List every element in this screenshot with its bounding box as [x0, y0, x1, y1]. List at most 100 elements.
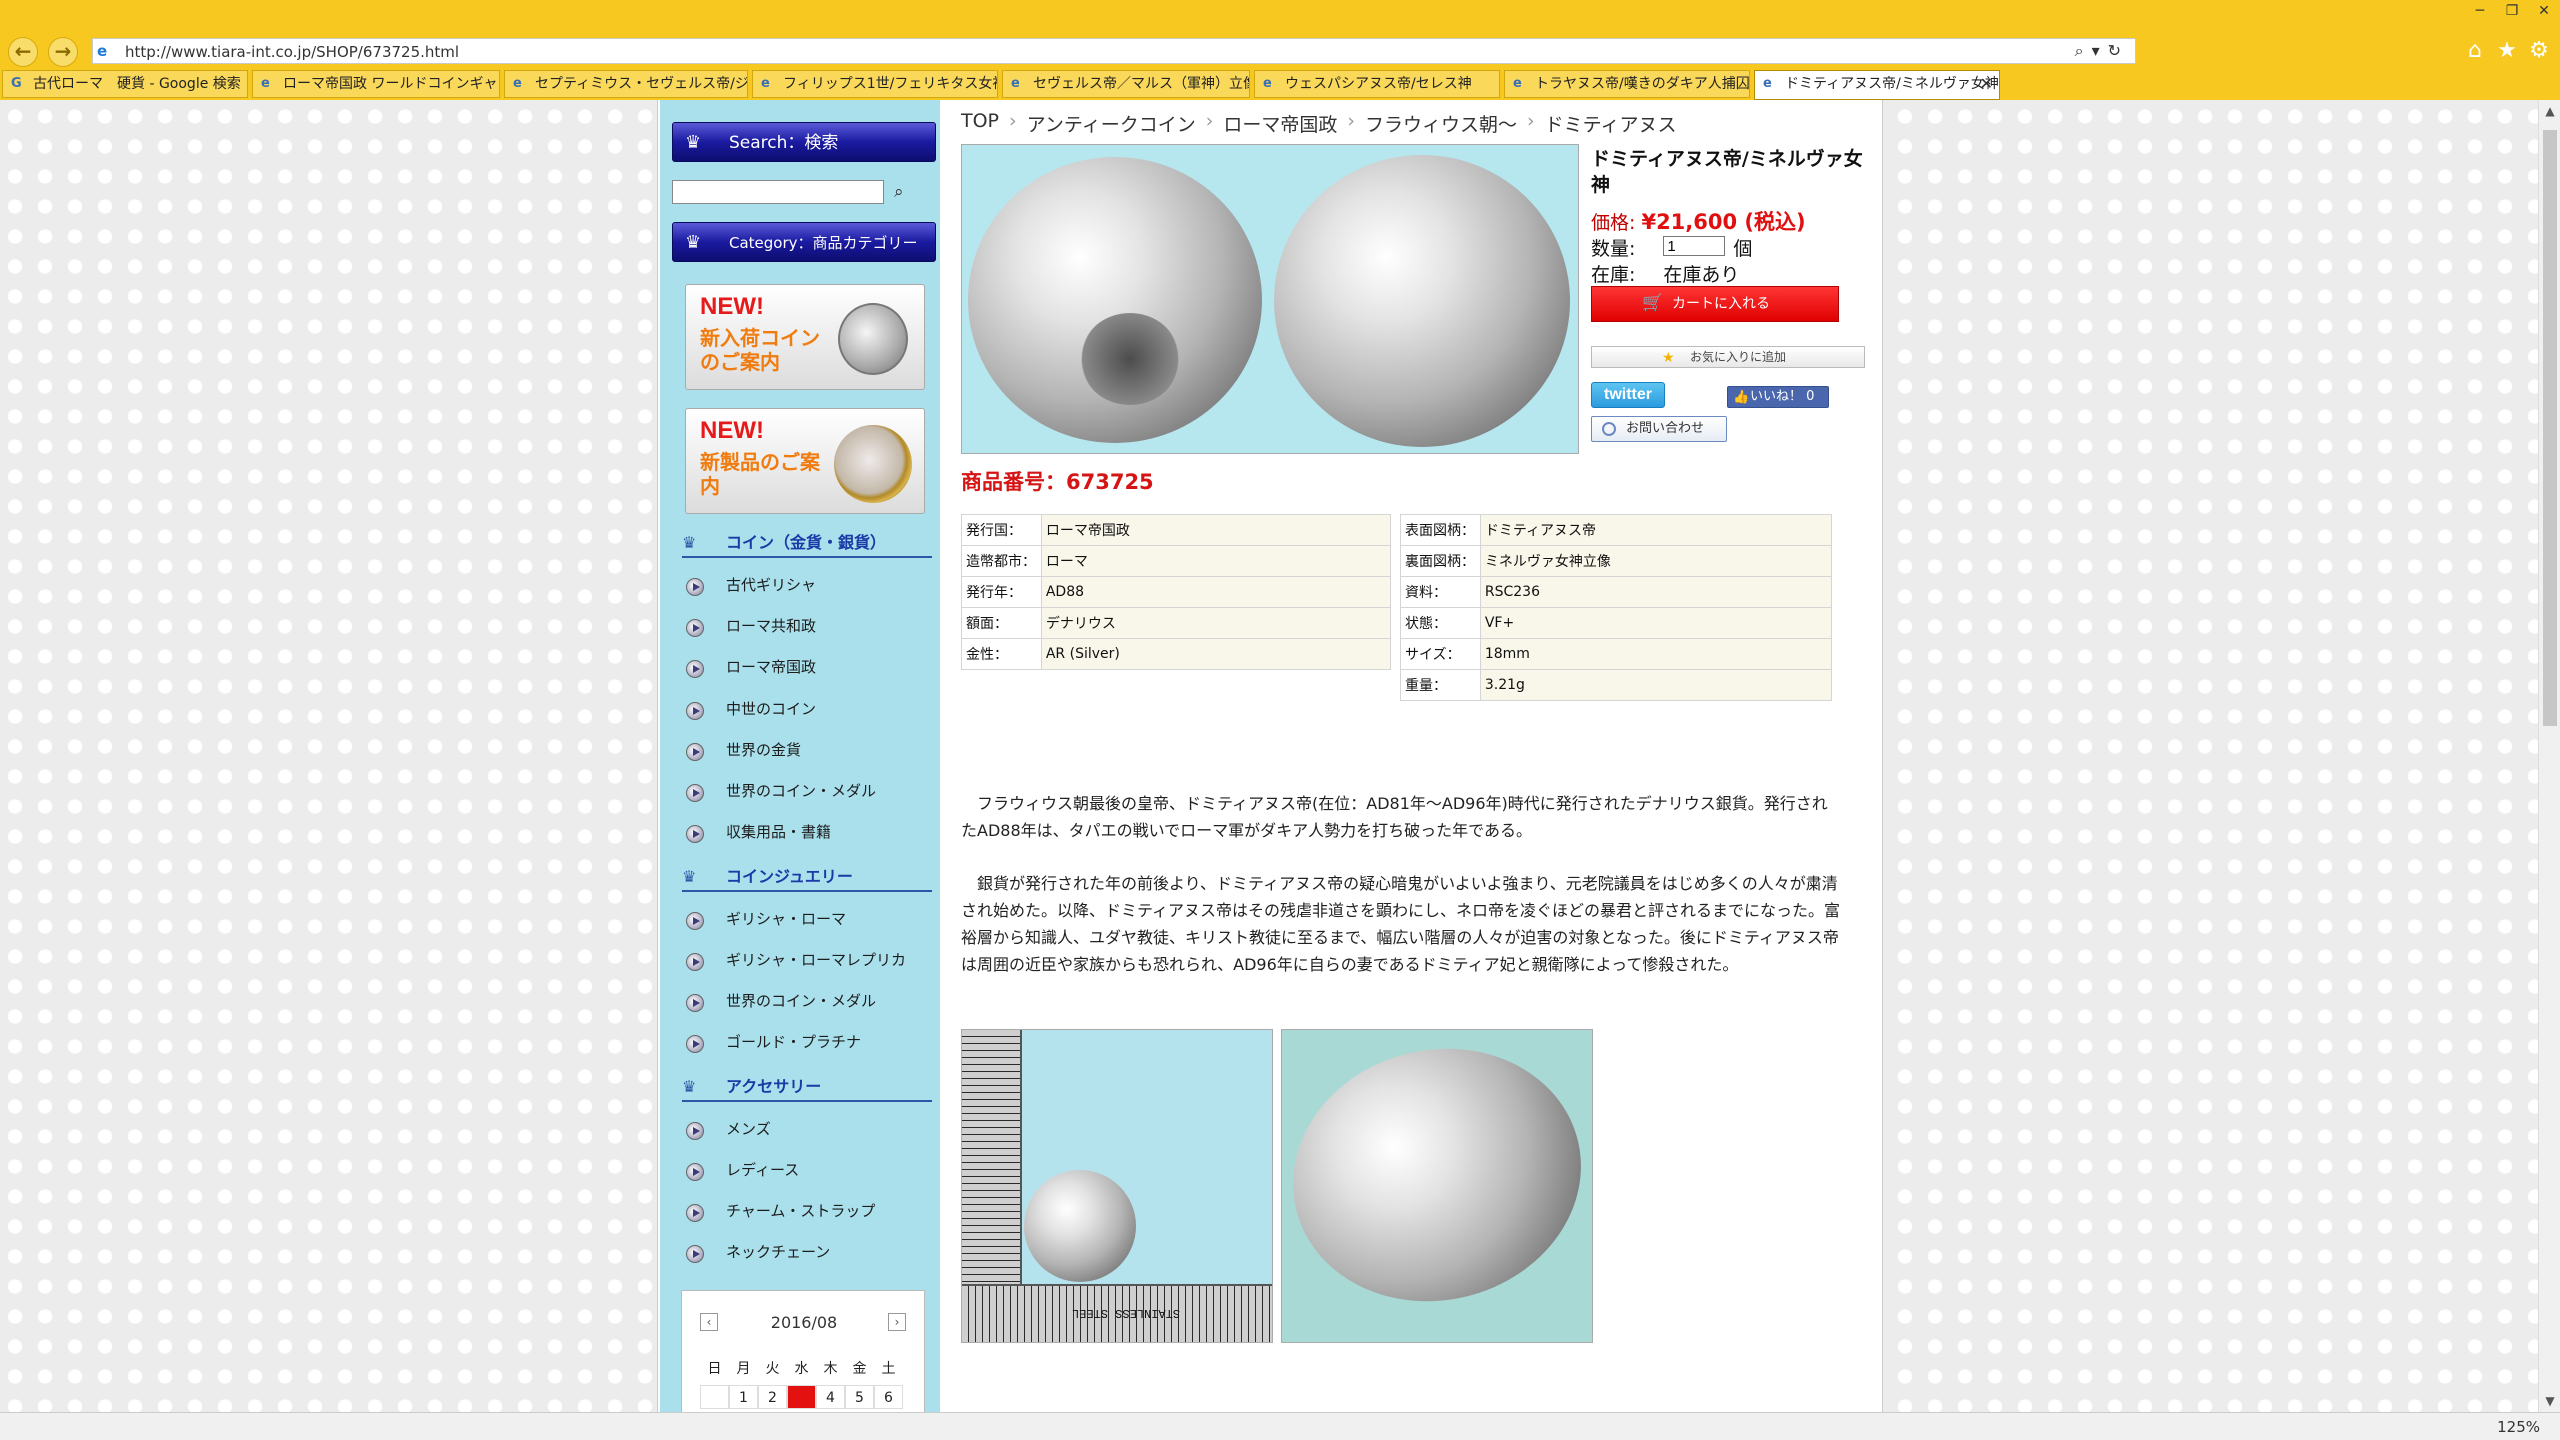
window-controls: ─ ❐ ✕	[2464, 0, 2560, 24]
coin-with-ruler-image[interactable]: STAINLESS STEEL	[961, 1029, 1273, 1343]
category-item[interactable]: 世界のコイン・メダル	[682, 774, 922, 808]
window-titlebar: ─ ❐ ✕	[0, 0, 2560, 34]
category-item[interactable]: ギリシャ・ローマ	[682, 902, 922, 936]
vertical-scrollbar[interactable]: ▲ ▼	[2538, 100, 2560, 1412]
category-item[interactable]: チャーム・ストラップ	[682, 1194, 922, 1228]
tab-6[interactable]: e トラヤヌス帝/嘆きのダキア人捕囚	[1504, 70, 1750, 98]
spec-value: 3.21g	[1479, 669, 1833, 701]
contact-label: お問い合わせ	[1626, 421, 1705, 436]
scroll-thumb[interactable]	[2543, 130, 2557, 726]
calendar-week: 1 2 3 4 5 6	[700, 1385, 903, 1409]
coin-main-image[interactable]	[961, 144, 1579, 454]
category-item[interactable]: 古代ギリシャ	[682, 568, 922, 602]
address-tools: ⌕▾↻	[2075, 41, 2129, 61]
category-item[interactable]: ローマ共和政	[682, 609, 922, 643]
forward-button[interactable]: →	[48, 37, 78, 67]
refresh-icon[interactable]: ↻	[2108, 41, 2129, 60]
tab-0[interactable]: G 古代ローマ 硬貨 - Google 検索	[2, 70, 248, 98]
tab-3[interactable]: e フィリップス1世/フェリキタス女神	[752, 70, 998, 98]
scroll-down-icon[interactable]: ▼	[2539, 1390, 2560, 1412]
breadcrumb-item[interactable]: ドミティアヌス	[1545, 110, 1677, 137]
new-coins-banner[interactable]: NEW! 新入荷コインのご案内	[685, 284, 925, 390]
category-item[interactable]: ゴールド・プラチナ	[682, 1025, 922, 1059]
quantity-input[interactable]	[1663, 236, 1726, 256]
twitter-button[interactable]: twitter	[1591, 382, 1665, 408]
breadcrumb-item[interactable]: ローマ帝国政	[1223, 110, 1337, 137]
add-to-favorites-button[interactable]: ★ お気に入りに追加	[1591, 346, 1865, 368]
quantity-row: 数量: 個	[1591, 234, 1752, 261]
search-input[interactable]	[672, 180, 884, 204]
category-item[interactable]: レディース	[682, 1153, 922, 1187]
category-item[interactable]: 収集用品・書籍	[682, 815, 922, 849]
category-item[interactable]: ネックチェーン	[682, 1235, 922, 1269]
cart-icon: 🛒	[1642, 293, 1664, 313]
breadcrumb-item[interactable]: アンティークコイン	[1027, 110, 1196, 137]
crown-icon: ♛	[685, 232, 702, 253]
breadcrumb-item[interactable]: フラウィウス朝～	[1365, 110, 1517, 137]
search-icon[interactable]: ⌕	[2075, 41, 2092, 60]
stock-label: 在庫:	[1591, 264, 1636, 286]
price-label: 価格:	[1591, 212, 1636, 234]
page-viewport: ♛ Search：検索 ⌕ ♛ Category：商品カテゴリー NEW! 新入…	[0, 100, 2538, 1412]
category-item-label: ギリシャ・ローマレプリカ	[726, 951, 907, 969]
calendar-day[interactable]: 2	[758, 1385, 787, 1409]
address-text[interactable]: http://www.tiara-int.co.jp/SHOP/673725.h…	[125, 43, 459, 61]
category-title-accessories[interactable]: ♛ アクセサリー	[682, 1074, 932, 1102]
category-item[interactable]: 世界のコイン・メダル	[682, 984, 922, 1018]
calendar-next-button[interactable]: ›	[888, 1313, 906, 1331]
category-item-label: レディース	[726, 1161, 800, 1179]
search-icon[interactable]: ⌕	[894, 180, 918, 204]
arrow-bullet-icon	[686, 912, 704, 930]
category-title-jewelry[interactable]: ♛ コインジュエリー	[682, 864, 932, 892]
calendar-day[interactable]: 1	[729, 1385, 758, 1409]
scroll-up-icon[interactable]: ▲	[2539, 100, 2560, 122]
table-row: 表面図柄： ドミティアヌス帝	[1400, 514, 1833, 546]
category-item[interactable]: ギリシャ・ローマレプリカ	[682, 943, 922, 977]
address-bar[interactable]: e http://www.tiara-int.co.jp/SHOP/673725…	[92, 38, 2136, 64]
calendar-day[interactable]: 5	[845, 1385, 874, 1409]
coin-reverse-image	[1274, 155, 1570, 447]
zoom-level[interactable]: 125%	[2497, 1418, 2540, 1436]
tab-2[interactable]: e セプティミウス・セヴェルス帝/ジュビ...	[504, 70, 748, 98]
tab-5[interactable]: e ウェスパシアヌス帝/セレス神	[1254, 70, 1500, 98]
new-products-banner[interactable]: NEW! 新製品のご案内	[685, 408, 925, 514]
calendar-day[interactable]: 6	[874, 1385, 903, 1409]
settings-gear-icon[interactable]: ⚙	[2526, 38, 2552, 64]
category-title-coins[interactable]: ♛ コイン（金貨・銀貨）	[682, 530, 932, 558]
tab-active[interactable]: e ドミティアヌス帝/ミネルヴァ女神 ✕	[1754, 70, 2000, 100]
favorites-star-icon[interactable]: ★	[2494, 38, 2520, 64]
breadcrumb-item[interactable]: TOP	[961, 110, 999, 137]
close-window-button[interactable]: ✕	[2528, 0, 2560, 24]
weekday: 土	[881, 1361, 896, 1377]
spec-table-left: 発行国： ローマ帝国政 造幣都市： ローマ 発行年： AD88 額面： デナリウス 金性…	[961, 514, 1392, 670]
category-item[interactable]: ローマ帝国政	[682, 650, 922, 684]
home-icon[interactable]: ⌂	[2462, 38, 2488, 64]
back-button[interactable]: ←	[8, 37, 38, 67]
contact-button[interactable]: お問い合わせ	[1591, 416, 1727, 442]
close-tab-icon[interactable]: ✕	[1980, 71, 1993, 97]
arrow-bullet-icon	[686, 578, 704, 596]
browser-icons: ⌂ ★ ⚙	[2462, 38, 2552, 64]
category-item[interactable]: 世界の金貨	[682, 733, 922, 767]
tab-4[interactable]: e セヴェルス帝／マルス（軍神）立像	[1002, 70, 1250, 98]
minimize-button[interactable]: ─	[2464, 0, 2496, 24]
spec-key: 発行国：	[961, 514, 1042, 546]
navigation-bar: ← → e http://www.tiara-int.co.jp/SHOP/67…	[0, 34, 2560, 68]
maximize-button[interactable]: ❐	[2496, 0, 2528, 24]
table-row: 重量： 3.21g	[1400, 669, 1833, 701]
facebook-like-button[interactable]: 👍 いいね！ 0	[1727, 386, 1829, 408]
ie-page-icon: e	[97, 42, 108, 60]
tab-1[interactable]: e ローマ帝国政 ワールドコインギャラ...	[252, 70, 500, 98]
ie-page-icon: e	[1763, 76, 1772, 91]
category-item[interactable]: メンズ	[682, 1112, 922, 1146]
coin-tilted-image[interactable]	[1281, 1029, 1593, 1343]
calendar-day[interactable]: 4	[816, 1385, 845, 1409]
dropdown-icon[interactable]: ▾	[2092, 41, 2108, 60]
spec-value: RSC236	[1479, 576, 1833, 608]
banner-new-label: NEW!	[700, 293, 764, 320]
add-to-cart-button[interactable]: 🛒 カートに入れる	[1591, 286, 1839, 322]
calendar-day-today[interactable]: 3	[787, 1385, 816, 1409]
category-item-label: 古代ギリシャ	[726, 576, 817, 594]
category-item[interactable]: 中世のコイン	[682, 692, 922, 726]
coin-image	[1282, 1030, 1592, 1332]
